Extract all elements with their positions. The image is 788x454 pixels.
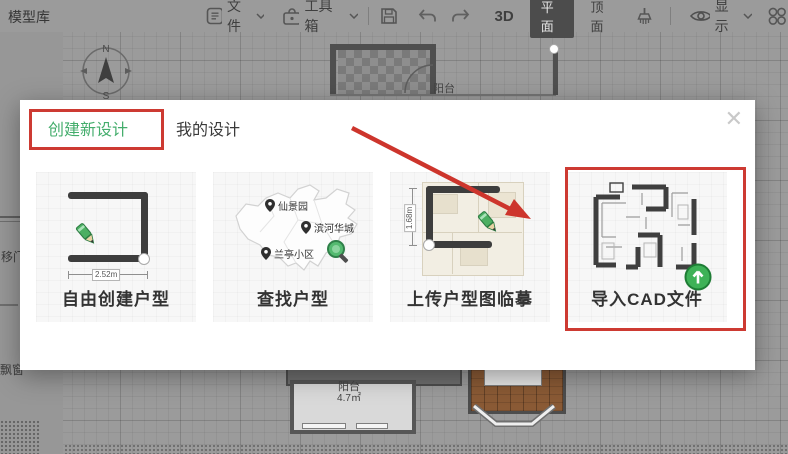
create-design-dialog: 创建新设计 我的设计 ✕ 2.52m 自由创建户型 仙景园	[20, 100, 755, 370]
pencil-icon	[72, 220, 100, 248]
faded-plan-line	[452, 232, 453, 274]
file-icon	[205, 6, 222, 26]
view-3d-button[interactable]: 3D	[487, 5, 522, 28]
card-upload-trace[interactable]: 1.68m 上传户型图临摹	[390, 172, 550, 322]
compass-icon: N S	[74, 38, 138, 102]
toolbar-divider	[368, 7, 369, 25]
save-icon	[379, 6, 399, 26]
bg-wall	[330, 44, 336, 96]
toolbar-divider	[670, 7, 671, 25]
dimension-label: 2.52m	[92, 269, 120, 281]
wall-graphic	[68, 255, 148, 262]
map-pin: 兰亭小区	[261, 246, 314, 261]
catalog-divider	[0, 304, 18, 306]
bg-texture-strip	[0, 444, 788, 454]
wall-graphic	[68, 192, 148, 199]
tab-my-designs[interactable]: 我的设计	[176, 116, 240, 140]
toolbox-menu[interactable]: 工具箱	[282, 0, 357, 36]
catalog-item-door[interactable]: 移门	[1, 248, 21, 265]
wall-node	[138, 253, 150, 265]
room-name: 阳台	[290, 381, 408, 393]
bg-bottom-room-label: 阳台 4.7㎡	[290, 381, 408, 405]
dimension-label: 1.68m	[404, 204, 416, 232]
bg-window-sill	[484, 369, 542, 386]
top-toolbar: 模型库 文件 工具箱 3D 平面 顶面 显示	[0, 0, 788, 32]
file-label: 文件	[227, 0, 251, 36]
apps-grid-icon	[766, 5, 788, 27]
card-title: 查找户型	[213, 285, 373, 310]
pin-label: 仙景园	[278, 198, 308, 213]
bg-wall	[330, 44, 436, 50]
location-pin-icon	[301, 221, 311, 234]
compass-north: N	[102, 44, 109, 55]
tab-create-new-design[interactable]: 创建新设计	[48, 116, 128, 140]
bg-door-arc	[404, 64, 434, 94]
map-pin: 仙景园	[265, 198, 308, 213]
app-canvas: 阳台 阳台 4.7㎡ N S 移门 飘窗 模型库 文件	[0, 0, 788, 454]
bg-window	[302, 423, 346, 429]
card-import-cad[interactable]: 导入CAD文件	[567, 172, 727, 322]
eye-icon	[689, 8, 709, 24]
chevron-down-icon	[256, 13, 265, 19]
faded-plan-line	[422, 232, 522, 233]
broom-icon	[635, 6, 654, 27]
wall-graphic	[426, 186, 500, 193]
wall-node	[423, 239, 435, 251]
catalog-thumbnail[interactable]	[0, 420, 40, 454]
bg-top-room-label: 阳台	[433, 83, 455, 95]
redo-icon	[449, 8, 471, 24]
display-menu[interactable]: 显示	[689, 0, 752, 36]
toolbox-icon	[282, 7, 299, 26]
card-free-create[interactable]: 2.52m 自由创建户型	[36, 172, 196, 322]
location-pin-icon	[265, 199, 275, 212]
bg-wall	[553, 50, 558, 95]
catalog-item-icon[interactable]	[0, 216, 20, 218]
faded-furniture	[432, 194, 458, 214]
view-top-button[interactable]: 顶面	[582, 0, 621, 38]
clear-canvas-button[interactable]	[635, 6, 654, 27]
toolbox-label: 工具箱	[304, 0, 340, 36]
chevron-down-icon	[743, 13, 752, 19]
wall-graphic	[141, 192, 148, 262]
location-pin-icon	[261, 247, 271, 260]
chevron-down-icon	[349, 13, 358, 19]
view-plan-button[interactable]: 平面	[530, 0, 575, 38]
card-title: 自由创建户型	[36, 285, 196, 310]
card-title: 导入CAD文件	[567, 285, 727, 310]
pin-label: 兰亭小区	[274, 246, 314, 261]
bg-bay-window	[466, 404, 562, 432]
card-title: 上传户型图临摹	[390, 285, 550, 310]
apps-button[interactable]	[766, 5, 788, 27]
close-icon[interactable]: ✕	[725, 106, 743, 132]
model-library-button[interactable]: 模型库	[8, 7, 50, 27]
bg-window	[356, 423, 388, 429]
pin-label: 滨河华城	[314, 220, 354, 235]
map-pin: 滨河华城	[301, 220, 354, 235]
wall-graphic	[426, 241, 492, 248]
display-label: 显示	[715, 0, 739, 36]
save-button[interactable]	[379, 6, 399, 26]
bg-wall-node	[549, 44, 559, 54]
card-find-plan[interactable]: 仙景园 滨河华城 兰亭小区 查找户型	[213, 172, 373, 322]
file-menu[interactable]: 文件	[205, 0, 264, 36]
redo-button[interactable]	[449, 8, 471, 24]
pencil-icon	[474, 208, 502, 236]
catalog-item-icon[interactable]	[0, 221, 20, 222]
search-magnifier-icon	[325, 238, 353, 266]
room-area: 4.7㎡	[290, 393, 408, 405]
undo-button[interactable]	[417, 8, 439, 24]
undo-icon	[417, 8, 439, 24]
